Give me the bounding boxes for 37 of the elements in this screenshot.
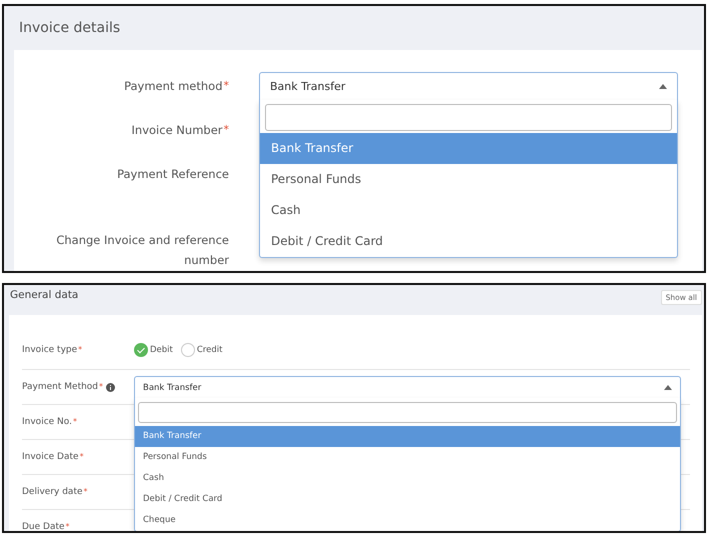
- dropdown-select[interactable]: Bank Transfer: [259, 72, 678, 100]
- radio-label: Credit: [196, 345, 222, 355]
- field-label: Delivery date: [22, 487, 83, 497]
- required-asterisk: *: [99, 382, 104, 391]
- panel-title: General data: [10, 289, 78, 301]
- dropdown-option[interactable]: Debit / Credit Card: [135, 489, 680, 510]
- search-field[interactable]: [265, 104, 672, 131]
- field-label: Invoice Date: [22, 452, 79, 462]
- dropdown-option[interactable]: Personal Funds: [135, 447, 680, 468]
- dropdown-option[interactable]: Debit / Credit Card: [260, 226, 677, 257]
- required-asterisk: *: [224, 79, 229, 92]
- required-asterisk: *: [66, 522, 70, 531]
- required-asterisk: *: [72, 417, 77, 426]
- required-asterisk: *: [78, 345, 82, 354]
- field-label: Payment Method: [22, 382, 98, 392]
- required-asterisk: *: [224, 123, 229, 136]
- field-label: Invoice type: [22, 345, 78, 355]
- panel-title: Invoice details: [19, 20, 120, 36]
- radio-button[interactable]: [180, 343, 195, 357]
- dropdown-option[interactable]: Cash: [135, 468, 680, 489]
- required-asterisk: *: [80, 452, 84, 461]
- radio-label: Debit: [150, 345, 173, 355]
- field-label: Due Date: [22, 522, 65, 531]
- radio-button[interactable]: [134, 343, 148, 357]
- dropdown-option[interactable]: Cash: [260, 195, 677, 226]
- caret-icon: [664, 385, 672, 390]
- field-label: Change Invoice and reference number: [56, 233, 229, 267]
- required-asterisk: *: [84, 487, 88, 496]
- dropdown-option[interactable]: Cheque: [135, 510, 680, 531]
- field-label: Payment method: [124, 79, 222, 93]
- search-field[interactable]: [138, 402, 677, 423]
- caret-icon: [659, 84, 667, 89]
- dropdown-select[interactable]: Bank Transfer: [134, 376, 681, 398]
- field-label: Invoice Number: [132, 123, 222, 137]
- dropdown-option[interactable]: Personal Funds: [260, 164, 677, 195]
- field-label: Invoice No.: [22, 417, 72, 427]
- field-label: Payment Reference: [117, 167, 229, 181]
